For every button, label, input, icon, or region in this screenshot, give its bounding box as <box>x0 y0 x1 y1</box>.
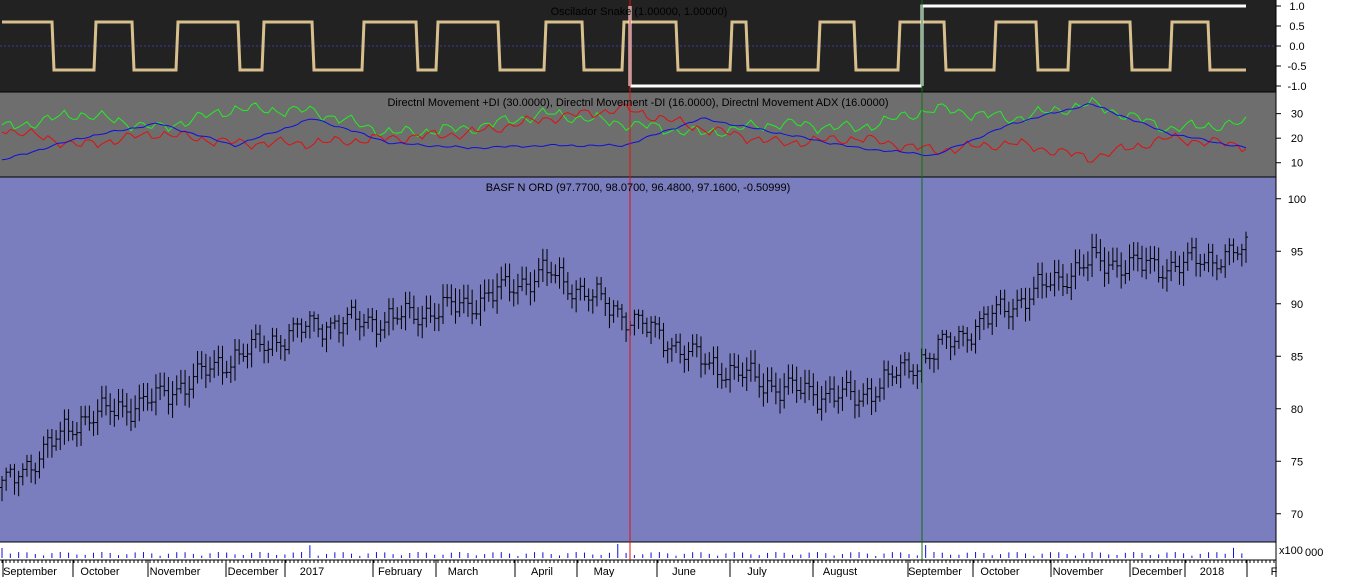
x-tick-label: November <box>150 566 201 577</box>
price-tick-label: 85 <box>1291 351 1303 363</box>
x-tick-label: August <box>823 566 857 577</box>
x-tick-label: September <box>3 566 57 577</box>
price-tick-label: 75 <box>1291 456 1303 468</box>
x-tick-label: November <box>1053 566 1104 577</box>
x-tick-label: October <box>980 566 1019 577</box>
x-tick-label: May <box>594 566 615 577</box>
oscillator-tick-label: 0.5 <box>1289 21 1304 33</box>
price-panel <box>0 177 1276 542</box>
price-tick-label: 90 <box>1291 299 1303 311</box>
oscillator-tick-label: 0.0 <box>1289 41 1304 53</box>
x-tick-label: 2017 <box>300 566 324 577</box>
price-tick-label: 95 <box>1291 246 1303 258</box>
x-tick-label: October <box>80 566 119 577</box>
x-tick-label: February <box>378 566 423 577</box>
oscillator-tick-label: -1.0 <box>1288 81 1307 93</box>
chart-window: Oscilador Snake (1.00000, 1.00000) Direc… <box>0 0 1323 577</box>
x-tick-label: April <box>531 566 553 577</box>
price-tick-label: 80 <box>1291 404 1303 416</box>
oscillator-tick-label: -0.5 <box>1288 61 1307 73</box>
volume-scale-label: x100 <box>1279 545 1303 557</box>
x-tick-label: December <box>228 566 279 577</box>
dmi-tick-label: 30 <box>1291 109 1303 121</box>
x-tick-label: July <box>747 566 767 577</box>
oscillator-title: Oscilador Snake (1.00000, 1.00000) <box>551 6 728 18</box>
x-tick-label: 2018 <box>1200 566 1224 577</box>
x-tick-label: March <box>448 566 479 577</box>
x-tick-label: December <box>1132 566 1183 577</box>
dmi-tick-label: 20 <box>1291 133 1303 145</box>
y-axis-ticks: 1.0 0.5 0.0 -0.5 -1.0 30 20 10 100 95 90 85 80 75 70 <box>1276 1 1306 521</box>
dmi-tick-label: 10 <box>1291 158 1303 170</box>
x-tick-label: September <box>908 566 962 577</box>
volume-zero-label: 000 <box>1305 547 1323 559</box>
dmi-title: Directnl Movement +DI (30.0000), Directn… <box>387 97 888 109</box>
price-title: BASF N ORD (97.7700, 98.0700, 96.4800, 9… <box>486 182 791 194</box>
x-axis-ticks: September October November December 2017 Febr… <box>1 560 1278 577</box>
x-tick-label: F <box>1271 566 1278 577</box>
volume-panel <box>0 542 1276 560</box>
oscillator-tick-label: 1.0 <box>1289 1 1304 13</box>
x-tick-label: June <box>672 566 696 577</box>
price-tick-label: 100 <box>1288 194 1306 206</box>
price-tick-label: 70 <box>1291 509 1303 521</box>
